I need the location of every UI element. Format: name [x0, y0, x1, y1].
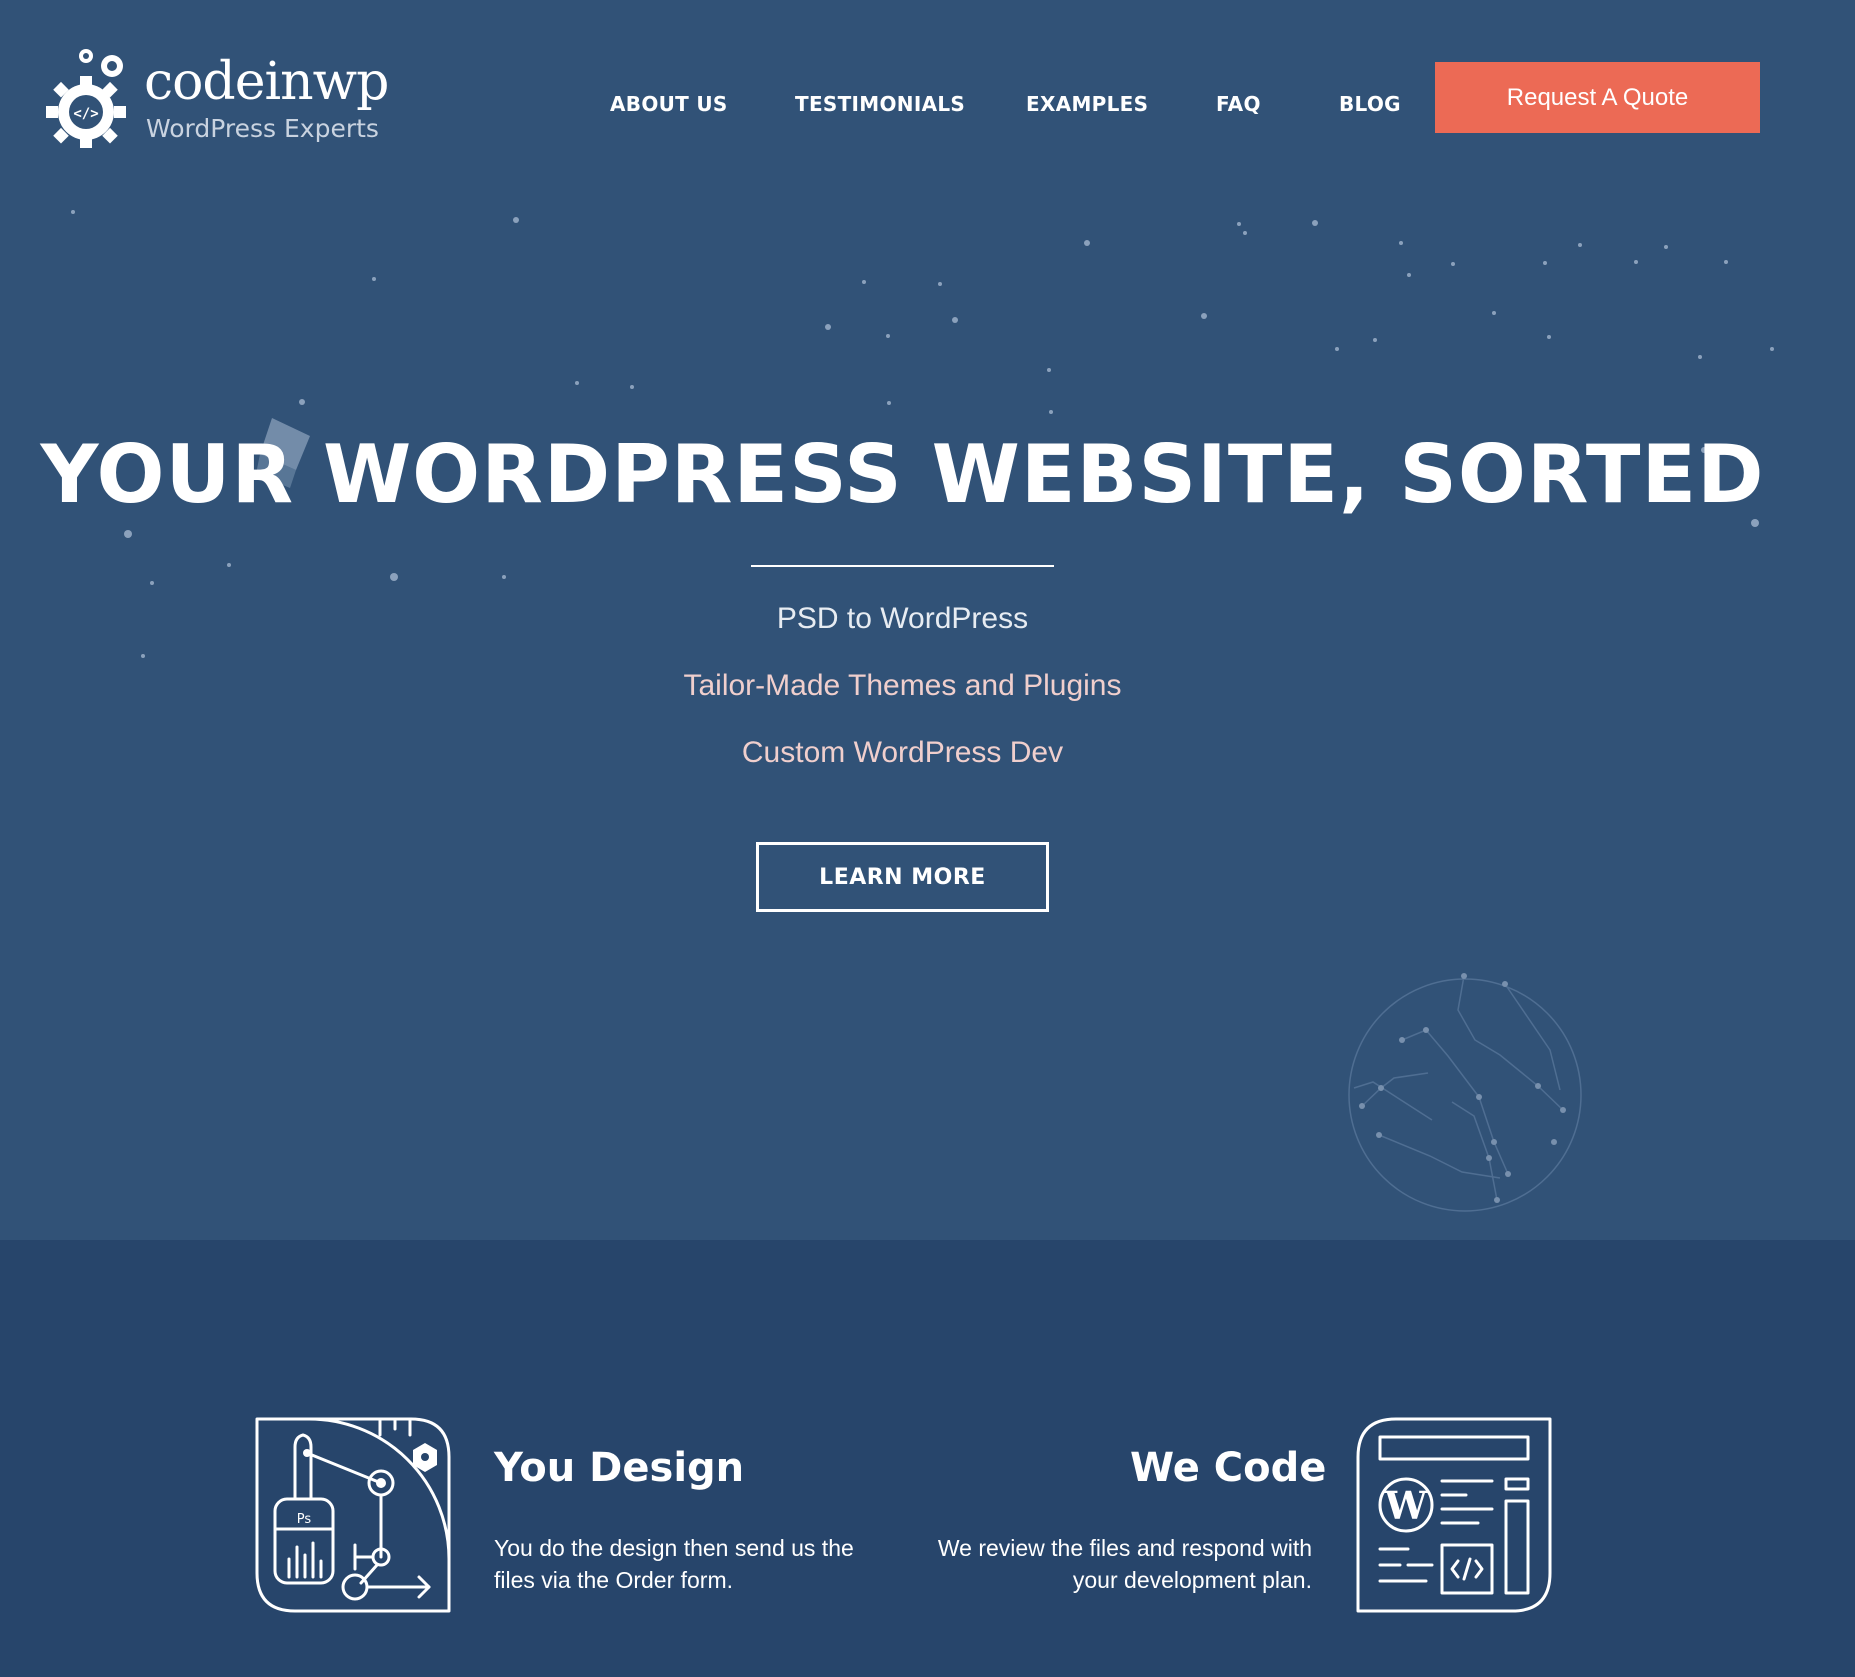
svg-text:W: W [1384, 1483, 1429, 1528]
hero-divider [751, 565, 1054, 567]
svg-text:Ps: Ps [297, 1512, 312, 1527]
nav-faq[interactable]: FAQ [1216, 92, 1261, 116]
nav-about-us[interactable]: ABOUT US [610, 92, 728, 116]
feature-we-code-text: We review the files and respond with you… [937, 1535, 1312, 1593]
feature-we-code-title: We Code [1130, 1445, 1327, 1491]
globe-decoration [1348, 973, 1582, 1212]
nav-testimonials[interactable]: TESTIMONIALS [795, 92, 965, 116]
service-custom-dev: Custom WordPress Dev [741, 736, 1064, 769]
feature-you-design-title: You Design [494, 1445, 745, 1491]
nav-examples[interactable]: EXAMPLES [1026, 92, 1148, 116]
wordpress-code-icon: W [1356, 1417, 1552, 1613]
learn-more-button[interactable]: LEARN MORE [756, 842, 1049, 912]
feature-you-design-text: You do the design then send us the files… [494, 1535, 854, 1593]
design-tools-icon: Ps [255, 1417, 451, 1613]
hero-section: </> codeinwp WordPress Experts ABOUT US … [0, 0, 1855, 1240]
service-themes-plugins: Tailor-Made Themes and Plugins [683, 669, 1122, 702]
hero-title: YOUR WORDPRESS WEBSITE, SORTED [40, 428, 1765, 521]
features-section: Ps You Design You do the design then sen… [0, 1240, 1855, 1677]
request-quote-button[interactable]: Request A Quote [1435, 62, 1760, 133]
service-psd-to-wordpress: PSD to WordPress [776, 602, 1029, 635]
nav-blog[interactable]: BLOG [1339, 92, 1401, 116]
